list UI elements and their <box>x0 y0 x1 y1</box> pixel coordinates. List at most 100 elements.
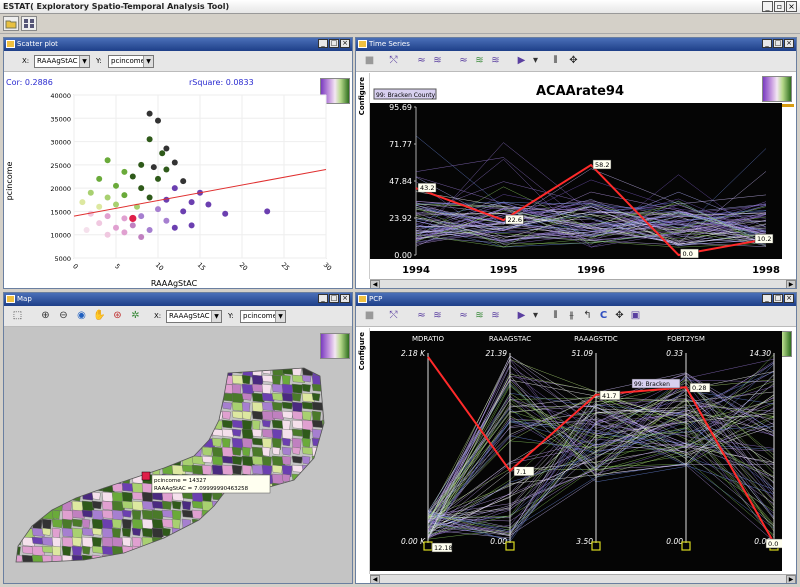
scatter-plot-window: Scatter plot _ □ × X: RAAAgStAC ▼ Y: pcinco… <box>3 37 353 289</box>
county-region <box>61 473 72 482</box>
choropleth-map[interactable]: pcincome = 14327 RAAAgStAC = 7.099999904… <box>4 328 352 584</box>
wave-alt-icon[interactable]: ≋ <box>430 309 445 323</box>
move-icon[interactable]: ✥ <box>566 54 581 68</box>
county-region <box>201 401 213 413</box>
county-region <box>121 374 134 388</box>
layout-icon[interactable] <box>21 16 37 31</box>
pan-line-icon[interactable]: ⤲ <box>386 309 401 323</box>
undo-arrow-icon[interactable]: ↰ <box>580 309 595 323</box>
county-region <box>121 446 131 459</box>
county-region <box>121 518 132 530</box>
minimize-button[interactable]: _ <box>318 294 328 303</box>
maximize-button[interactable]: □ <box>773 39 783 48</box>
county-region <box>241 374 251 385</box>
minimize-button[interactable]: _ <box>762 39 772 48</box>
county-region <box>301 437 311 448</box>
county-region <box>16 437 21 448</box>
close-button[interactable]: × <box>340 294 350 303</box>
x-variable-select[interactable]: RAAAgStAC ▼ <box>166 310 222 323</box>
county-region <box>21 437 32 448</box>
scatter-chart[interactable]: Cor: 0.2886 rSquare: 0.0833 500010000150… <box>4 73 352 289</box>
close-button[interactable]: × <box>784 39 794 48</box>
settings-panel-icon[interactable]: ▣ <box>628 309 643 323</box>
time-series-chart[interactable]: 99: Bracken County ACAArate94 0.00 23.92 4… <box>370 73 796 279</box>
county-region <box>321 428 324 440</box>
x-variable-select[interactable]: RAAAgStAC ▼ <box>34 55 90 68</box>
globe-icon[interactable]: ◉ <box>74 309 89 323</box>
selection-icon[interactable]: ✲ <box>128 309 143 323</box>
horizontal-scrollbar[interactable]: ◀ ▶ <box>370 279 796 288</box>
minimize-button[interactable]: _ <box>318 39 328 48</box>
wave-multi-icon[interactable]: ≋ <box>488 309 503 323</box>
zoom-in-icon[interactable]: ⊕ <box>38 309 53 323</box>
scatter-point <box>146 194 153 201</box>
county-region <box>31 464 43 476</box>
play-icon[interactable]: ▶ <box>514 309 529 323</box>
county-region <box>271 536 285 545</box>
county-region <box>261 500 276 510</box>
county-region <box>321 491 324 502</box>
play-icon[interactable]: ▶ <box>514 54 529 68</box>
county-region <box>301 473 311 482</box>
pan-line-icon[interactable]: ⤲ <box>386 54 401 68</box>
county-region <box>251 410 264 420</box>
axis-adjust-icon[interactable]: ⫴ <box>548 309 563 323</box>
pan-hand-icon[interactable]: ✋ <box>92 309 107 323</box>
county-region <box>261 437 273 449</box>
select-icon[interactable]: ■ <box>362 54 377 68</box>
axis-adjust-icon[interactable]: ⫴ <box>548 54 563 68</box>
chevron-down-icon[interactable]: ▾ <box>528 309 543 323</box>
zoom-out-icon[interactable]: ⊖ <box>56 309 71 323</box>
maximize-button[interactable]: □ <box>329 294 339 303</box>
y-tick-label: 20000 <box>50 185 71 193</box>
wave-icon[interactable]: ≈ <box>414 54 429 68</box>
scroll-right-icon[interactable]: ▶ <box>786 280 796 288</box>
wave-icon[interactable]: ≈ <box>414 309 429 323</box>
y-variable-select[interactable]: pcincome ▼ <box>240 310 286 323</box>
wave-multi-icon[interactable]: ≋ <box>488 54 503 68</box>
close-button[interactable]: × <box>340 39 350 48</box>
axis-reorder-icon[interactable]: ⫵ <box>564 309 579 323</box>
close-button[interactable]: × <box>784 294 794 303</box>
scroll-right-icon[interactable]: ▶ <box>786 575 796 583</box>
close-button[interactable]: × <box>786 1 797 12</box>
minimize-button[interactable]: _ <box>762 294 772 303</box>
scroll-left-icon[interactable]: ◀ <box>370 280 380 288</box>
selected-county[interactable] <box>141 471 151 481</box>
county-region <box>101 464 111 474</box>
restore-button[interactable]: ▫ <box>774 1 785 12</box>
parallel-coordinates-chart[interactable]: MDRATIO 2.18 K 0.00 K RAAAGSTAC 21.39 0.00 RAA… <box>370 331 782 571</box>
chevron-down-icon[interactable]: ▾ <box>528 54 543 68</box>
county-region <box>281 527 295 537</box>
maximize-button[interactable]: □ <box>329 39 339 48</box>
clear-icon[interactable]: C <box>596 309 611 323</box>
maximize-button[interactable]: □ <box>773 294 783 303</box>
county-region <box>21 410 34 423</box>
pcp-window: PCP _ □ × ■ ⤲ ≈ ≋ ≈ ≋ ≋ ▶ ▾ ⫴ ⫵ ↰ C ✥ ▣ Co… <box>355 292 797 584</box>
county-region <box>51 455 65 468</box>
county-region <box>201 545 213 555</box>
county-region <box>241 410 252 420</box>
wave-green-icon[interactable]: ≋ <box>472 54 487 68</box>
scroll-left-icon[interactable]: ◀ <box>370 575 380 583</box>
horizontal-scrollbar[interactable]: ◀ ▶ <box>370 574 796 583</box>
county-region <box>261 464 273 476</box>
y-variable-select[interactable]: pcincome ▼ <box>108 55 154 68</box>
open-folder-icon[interactable] <box>3 16 19 31</box>
select-icon[interactable]: ■ <box>362 309 377 323</box>
county-region <box>16 536 22 546</box>
configure-tab[interactable]: Configure <box>356 328 370 574</box>
wave-purple-icon[interactable]: ≈ <box>456 54 471 68</box>
chevron-down-icon: ▼ <box>211 311 221 322</box>
y-tick-label: 95.69 <box>389 103 412 112</box>
move-icon[interactable]: ✥ <box>612 309 627 323</box>
identify-icon[interactable]: ⊛ <box>110 309 125 323</box>
wave-green-icon[interactable]: ≋ <box>472 309 487 323</box>
county-region <box>321 473 324 483</box>
wave-alt-icon[interactable]: ≋ <box>430 54 445 68</box>
minimize-button[interactable]: _ <box>762 1 773 12</box>
configure-tab[interactable]: Configure <box>356 73 370 279</box>
wave-purple-icon[interactable]: ≈ <box>456 309 471 323</box>
select-arrow-icon[interactable]: ⬚ <box>10 309 25 323</box>
x-tick-label: 0 <box>71 262 80 271</box>
